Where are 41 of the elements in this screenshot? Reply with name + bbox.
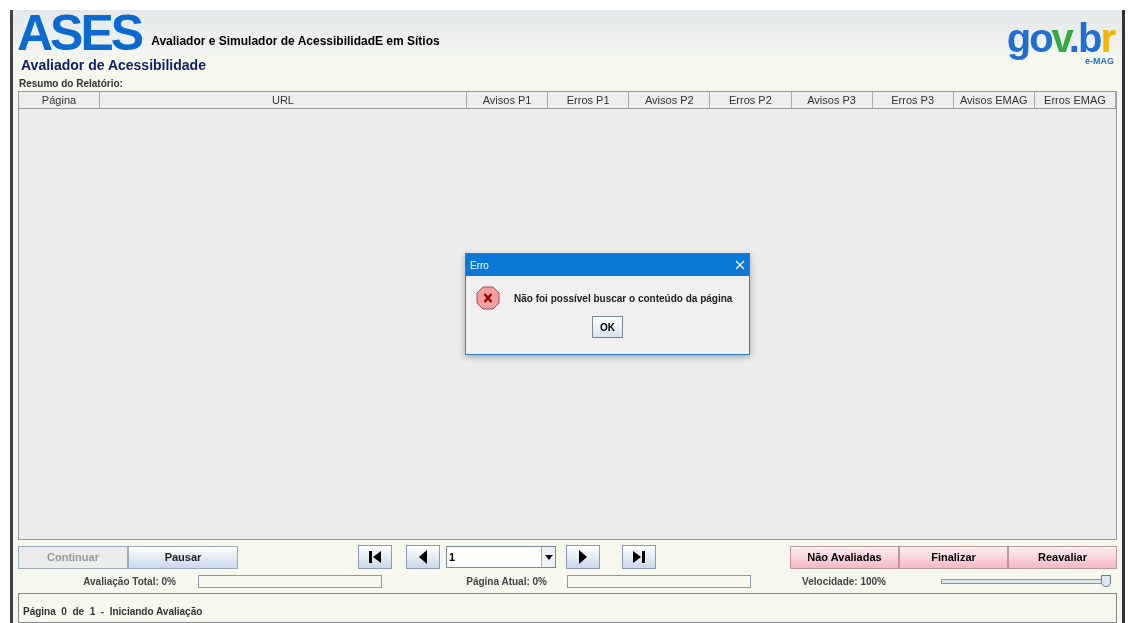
app-subtitle: Avaliador e Simulador de AcessibilidadE em Sítios xyxy=(151,33,440,50)
section-label: Resumo do Relatório: xyxy=(18,77,124,91)
total-progress-label: Avaliação Total: 0% xyxy=(82,574,177,589)
ok-button[interactable]: OK xyxy=(592,316,623,338)
column-header[interactable]: Erros P2 xyxy=(710,92,792,108)
column-header[interactable]: Avisos P3 xyxy=(791,92,873,108)
skip-forward-icon xyxy=(632,550,646,564)
page-title: Avaliador de Acessibilidade xyxy=(21,56,206,74)
slider-thumb[interactable] xyxy=(1101,575,1111,587)
dialog-message: Não foi possível buscar o conteúdo da página xyxy=(514,291,733,306)
action-button[interactable]: Finalizar xyxy=(899,545,1008,569)
control-button[interactable]: Pausar xyxy=(128,545,238,569)
first-page-button[interactable] xyxy=(358,545,392,569)
next-page-button[interactable] xyxy=(566,545,600,569)
action-button[interactable]: Reavaliar xyxy=(1008,545,1117,569)
column-header[interactable]: Avisos EMAG xyxy=(953,92,1035,108)
brand-subtitle: e-MAG xyxy=(1085,56,1114,66)
page-progress-label: Página Atual: 0% xyxy=(465,574,548,589)
last-page-button[interactable] xyxy=(622,545,656,569)
error-icon xyxy=(476,286,500,310)
page-select-value: 1 xyxy=(448,549,457,565)
close-icon[interactable] xyxy=(735,260,745,270)
skip-back-icon xyxy=(368,550,382,564)
speed-label: Velocidade: 100% xyxy=(801,574,887,589)
column-header[interactable]: Erros EMAG xyxy=(1034,92,1116,108)
column-header[interactable]: Página xyxy=(19,92,100,108)
column-header[interactable]: Erros P3 xyxy=(872,92,954,108)
previous-page-button[interactable] xyxy=(406,545,440,569)
page-select[interactable]: 1 xyxy=(446,546,556,568)
right-triangle-icon xyxy=(578,550,588,564)
dialog-title: Erro xyxy=(470,258,489,273)
column-header[interactable]: Avisos P1 xyxy=(467,92,549,108)
speed-slider[interactable] xyxy=(941,574,1111,588)
column-header[interactable]: URL xyxy=(100,92,467,108)
logo: ASES xyxy=(17,10,142,56)
dropdown-arrow-icon xyxy=(544,554,553,560)
left-triangle-icon xyxy=(418,550,428,564)
column-header[interactable]: Erros P1 xyxy=(548,92,630,108)
column-header[interactable]: Avisos P2 xyxy=(629,92,711,108)
status-text: Página 0 de 1 - Iniciando Avaliação xyxy=(23,606,203,617)
action-button[interactable]: Não Avaliadas xyxy=(790,545,899,569)
